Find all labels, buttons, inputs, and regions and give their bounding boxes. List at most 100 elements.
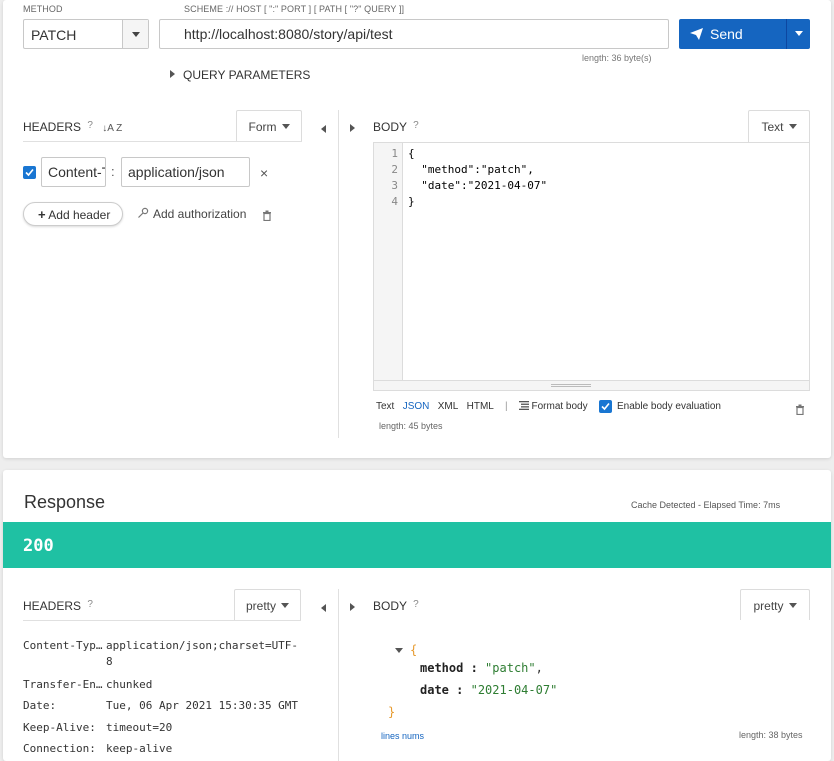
method-select[interactable]: PATCH: [23, 19, 149, 49]
enable-body-evaluation-checkbox[interactable]: [599, 400, 612, 413]
sort-icon[interactable]: ↓A Z: [102, 123, 122, 134]
help-icon[interactable]: ?: [413, 599, 419, 610]
headers-title: HEADERS ? ↓A Z: [23, 120, 122, 134]
method-dropdown-button[interactable]: [122, 20, 148, 48]
query-parameters-toggle[interactable]: QUERY PARAMETERS: [170, 68, 310, 82]
format-xml-link[interactable]: XML: [438, 401, 459, 412]
line-number: 3: [391, 179, 398, 192]
editor-resize-bar[interactable]: [374, 380, 809, 390]
chevron-right-icon: [170, 70, 175, 78]
collapse-right-button[interactable]: [350, 599, 363, 617]
body-mode-select[interactable]: Text: [748, 110, 810, 142]
response-body-mode-select[interactable]: pretty: [740, 589, 810, 620]
collapse-left-button[interactable]: [321, 120, 326, 138]
send-label: Send: [710, 26, 743, 42]
code-line: }: [408, 195, 415, 208]
clear-body-icon[interactable]: [795, 402, 805, 420]
header-value: chunked: [106, 678, 153, 691]
toolbar-separator: |: [504, 401, 508, 412]
header-name: Content-Typ…: [23, 639, 103, 652]
response-panel: Response Cache Detected - Elapsed Time: …: [3, 470, 831, 761]
help-icon[interactable]: ?: [87, 599, 93, 610]
resize-grip-icon: [551, 384, 591, 387]
format-body-label: Format body: [531, 401, 588, 412]
add-header-button[interactable]: + Add header: [23, 202, 123, 226]
enable-body-evaluation-label[interactable]: Enable body evaluation: [617, 401, 721, 412]
header-separator: :: [111, 164, 115, 179]
chevron-right-icon: [350, 603, 355, 611]
body-editor[interactable]: 1 2 3 4 { "method":"patch", "date":"2021…: [373, 142, 810, 391]
json-close-brace: }: [388, 705, 396, 719]
format-lines-icon: [518, 401, 529, 410]
collapse-toggle-icon[interactable]: [395, 648, 403, 653]
body-length: length: 45 bytes: [379, 421, 443, 431]
collapse-left-button[interactable]: [321, 599, 326, 617]
collapse-right-button[interactable]: [350, 120, 363, 138]
header-name: Date:: [23, 699, 57, 712]
url-label: SCHEME :// HOST [ ":" PORT ] [ PATH [ "?…: [184, 4, 405, 14]
json-value: "2021-04-07": [470, 683, 558, 697]
help-icon[interactable]: ?: [413, 120, 419, 131]
chevron-down-icon: [281, 603, 289, 608]
chevron-down-icon: [788, 603, 797, 608]
headers-mode-label: Form: [248, 120, 277, 134]
headers-mode-select[interactable]: Form: [236, 110, 302, 141]
key-icon: [138, 207, 149, 218]
response-headers-mode-label: pretty: [245, 599, 276, 613]
format-text-link[interactable]: Text: [376, 401, 394, 412]
code-line: "date":"2021-04-07": [408, 179, 548, 192]
header-name-input[interactable]: Content-Type: [41, 157, 106, 187]
json-colon: :: [463, 661, 486, 675]
divider: [23, 141, 302, 142]
request-panel: METHOD PATCH SCHEME :// HOST [ ":" PORT …: [3, 0, 831, 458]
json-comma: ,: [535, 661, 543, 675]
json-value: "patch": [485, 661, 536, 675]
chevron-down-icon: [788, 124, 797, 129]
chevron-left-icon: [321, 604, 326, 612]
url-input[interactable]: [160, 20, 668, 48]
add-authorization-label: Add authorization: [153, 207, 247, 221]
header-value-input[interactable]: application/json: [121, 157, 250, 187]
help-icon[interactable]: ?: [87, 120, 93, 131]
json-field: method : "patch",: [420, 661, 543, 675]
response-headers-title: HEADERS ?: [23, 599, 93, 613]
header-value: keep-alive: [106, 742, 173, 755]
header-value-wrap: 8: [106, 655, 113, 668]
line-number: 2: [391, 163, 398, 176]
response-body-mode-label: pretty: [753, 599, 784, 613]
send-button[interactable]: Send: [679, 19, 786, 49]
query-parameters-label: QUERY PARAMETERS: [183, 68, 311, 82]
response-body-length: length: 38 bytes: [739, 730, 803, 740]
header-name: Keep-Alive:: [23, 721, 96, 734]
plus-icon: +: [38, 207, 46, 222]
add-authorization-button[interactable]: Add authorization: [137, 207, 246, 221]
panel-divider: [338, 110, 339, 438]
chevron-down-icon: [281, 124, 290, 129]
chevron-right-icon: [350, 124, 355, 132]
code-line: "method":"patch",: [408, 163, 534, 176]
delete-headers-icon[interactable]: [262, 208, 272, 226]
body-title-text: BODY: [373, 120, 407, 134]
response-title: Response: [24, 492, 106, 512]
check-icon: [25, 168, 34, 177]
chevron-left-icon: [321, 125, 326, 133]
body-title: BODY ?: [373, 120, 419, 134]
status-code: 200: [23, 536, 54, 556]
url-length: length: 36 byte(s): [582, 53, 652, 63]
header-value: Tue, 06 Apr 2021 15:30:35 GMT: [106, 699, 299, 712]
line-number-gutter: 1 2 3 4: [374, 143, 403, 382]
response-headers-mode-select[interactable]: pretty: [234, 589, 301, 620]
format-html-link[interactable]: HTML: [467, 401, 494, 412]
header-enabled-checkbox[interactable]: [23, 166, 36, 179]
url-field[interactable]: [159, 19, 669, 49]
panel-divider: [338, 589, 339, 761]
lines-nums-link[interactable]: lines nums: [381, 731, 424, 741]
response-body-title-text: BODY: [373, 599, 407, 613]
code-line: {: [408, 147, 415, 160]
status-bar: 200: [3, 522, 831, 568]
divider: [23, 620, 301, 621]
format-json-link[interactable]: JSON: [403, 401, 430, 412]
format-body-button[interactable]: Format body: [518, 401, 591, 412]
remove-header-icon[interactable]: ×: [260, 165, 268, 181]
send-options-button[interactable]: [786, 19, 810, 49]
